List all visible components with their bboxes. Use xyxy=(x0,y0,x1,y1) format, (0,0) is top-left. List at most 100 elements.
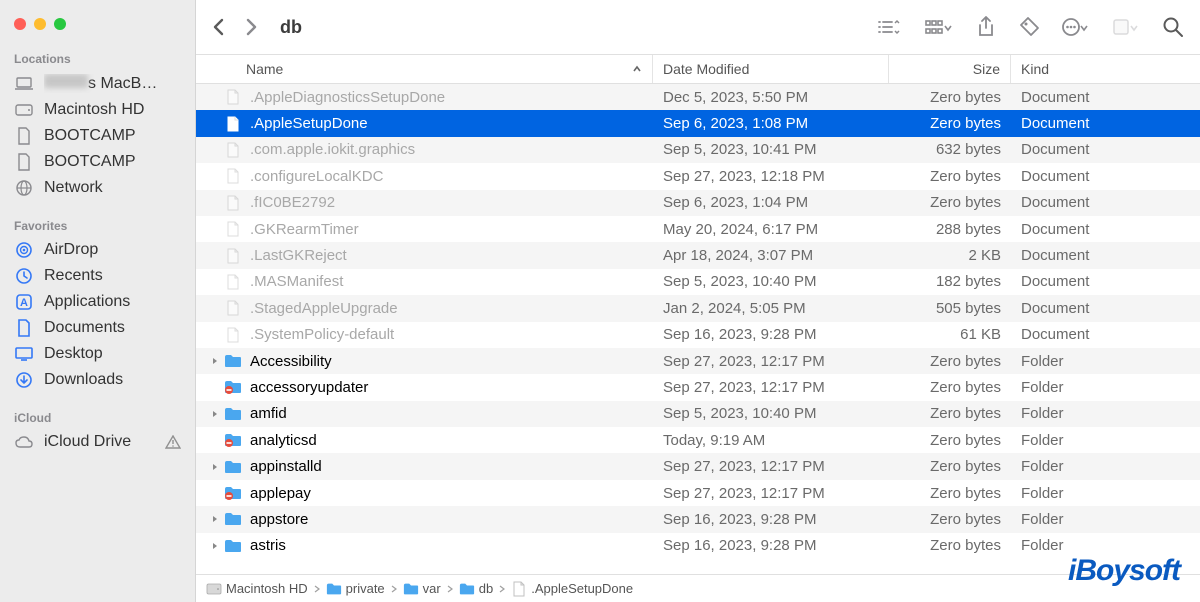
folder-restricted-icon xyxy=(224,431,242,449)
file-kind: Folder xyxy=(1011,458,1200,475)
svg-text:A: A xyxy=(20,297,28,309)
file-name: amfid xyxy=(250,405,287,422)
file-size: 632 bytes xyxy=(889,141,1011,158)
sidebar-item[interactable]: iCloud Drive xyxy=(0,429,195,455)
folder-icon xyxy=(224,537,242,555)
sidebar-item-label: Desktop xyxy=(44,345,181,363)
file-list[interactable]: .AppleDiagnosticsSetupDoneDec 5, 2023, 5… xyxy=(196,84,1200,574)
file-icon xyxy=(224,326,242,344)
unknown-button[interactable] xyxy=(1112,17,1140,37)
path-label: .AppleSetupDone xyxy=(531,581,633,596)
file-row[interactable]: amfidSep 5, 2023, 10:40 PMZero bytesFold… xyxy=(196,401,1200,427)
sidebar-section-title: Locations xyxy=(0,48,195,70)
file-kind: Folder xyxy=(1011,353,1200,370)
file-row[interactable]: appinstalldSep 27, 2023, 12:17 PMZero by… xyxy=(196,453,1200,479)
share-button[interactable] xyxy=(976,16,996,38)
doc-icon xyxy=(14,153,34,171)
path-item[interactable]: Macintosh HD xyxy=(206,581,308,597)
file-date: Sep 16, 2023, 9:28 PM xyxy=(653,537,889,554)
sidebar-item-label: Documents xyxy=(44,319,181,337)
file-row[interactable]: accessoryupdaterSep 27, 2023, 12:17 PMZe… xyxy=(196,374,1200,400)
file-kind: Folder xyxy=(1011,537,1200,554)
disclosure-triangle[interactable] xyxy=(206,514,224,524)
folder-restricted-icon xyxy=(224,378,242,396)
sidebar-item[interactable]: s MacB… xyxy=(0,70,195,97)
file-row[interactable]: applepaySep 27, 2023, 12:17 PMZero bytes… xyxy=(196,480,1200,506)
disclosure-triangle[interactable] xyxy=(206,541,224,551)
sidebar-item[interactable]: Recents xyxy=(0,263,195,289)
column-name[interactable]: Name xyxy=(196,55,653,83)
action-menu-button[interactable] xyxy=(1062,17,1090,37)
download-icon xyxy=(14,371,34,389)
sidebar-item[interactable]: Network xyxy=(0,175,195,201)
sidebar-item[interactable]: BOOTCAMP xyxy=(0,149,195,175)
sidebar-item-label: Macintosh HD xyxy=(44,101,181,119)
path-item[interactable]: private xyxy=(326,581,385,597)
file-date: Sep 16, 2023, 9:28 PM xyxy=(653,511,889,528)
file-row[interactable]: .com.apple.iokit.graphicsSep 5, 2023, 10… xyxy=(196,137,1200,163)
disclosure-triangle[interactable] xyxy=(206,409,224,419)
file-name: Accessibility xyxy=(250,353,332,370)
folder-icon xyxy=(403,581,419,597)
file-row[interactable]: AccessibilitySep 27, 2023, 12:17 PMZero … xyxy=(196,348,1200,374)
sidebar-item[interactable]: AirDrop xyxy=(0,237,195,263)
file-icon xyxy=(224,247,242,265)
sidebar-item[interactable]: Downloads xyxy=(0,367,195,393)
file-row[interactable]: .configureLocalKDCSep 27, 2023, 12:18 PM… xyxy=(196,163,1200,189)
file-kind: Document xyxy=(1011,168,1200,185)
sidebar-item-label: Recents xyxy=(44,267,181,285)
sidebar-item[interactable]: Documents xyxy=(0,315,195,341)
file-row[interactable]: .GKRearmTimerMay 20, 2024, 6:17 PM288 by… xyxy=(196,216,1200,242)
disclosure-triangle[interactable] xyxy=(206,356,224,366)
sidebar-item-label: Downloads xyxy=(44,371,181,389)
file-row[interactable]: astrisSep 16, 2023, 9:28 PMZero bytesFol… xyxy=(196,533,1200,559)
folder-restricted-icon xyxy=(224,484,242,502)
group-button[interactable] xyxy=(924,17,954,37)
warning-icon xyxy=(165,435,181,449)
file-size: Zero bytes xyxy=(889,485,1011,502)
sidebar-item-label: BOOTCAMP xyxy=(44,127,181,145)
nav-back-button[interactable] xyxy=(212,17,226,37)
desktop-icon xyxy=(14,347,34,361)
file-row[interactable]: analyticsdToday, 9:19 AMZero bytesFolder xyxy=(196,427,1200,453)
path-item[interactable]: db xyxy=(459,581,493,597)
sidebar-item[interactable]: A Applications xyxy=(0,289,195,315)
file-kind: Folder xyxy=(1011,432,1200,449)
nav-forward-button[interactable] xyxy=(244,17,258,37)
file-kind: Document xyxy=(1011,273,1200,290)
disclosure-triangle[interactable] xyxy=(206,462,224,472)
file-row[interactable]: .SystemPolicy-defaultSep 16, 2023, 9:28 … xyxy=(196,322,1200,348)
column-date[interactable]: Date Modified xyxy=(653,55,889,83)
path-item[interactable]: .AppleSetupDone xyxy=(511,581,633,597)
file-size: Zero bytes xyxy=(889,353,1011,370)
file-row[interactable]: .StagedAppleUpgradeJan 2, 2024, 5:05 PM5… xyxy=(196,295,1200,321)
sidebar-item-label: Applications xyxy=(44,293,181,311)
apps-icon: A xyxy=(14,293,34,311)
column-size[interactable]: Size xyxy=(889,55,1011,83)
path-item[interactable]: var xyxy=(403,581,441,597)
sidebar-item[interactable]: Macintosh HD xyxy=(0,97,195,123)
close-button[interactable] xyxy=(14,18,26,30)
search-button[interactable] xyxy=(1162,16,1184,38)
sidebar-item[interactable]: Desktop xyxy=(0,341,195,367)
file-kind: Document xyxy=(1011,141,1200,158)
column-kind[interactable]: Kind xyxy=(1011,55,1200,83)
file-row[interactable]: appstoreSep 16, 2023, 9:28 PMZero bytesF… xyxy=(196,506,1200,532)
docfile-icon xyxy=(14,319,34,337)
file-row[interactable]: .LastGKRejectApr 18, 2024, 3:07 PM2 KBDo… xyxy=(196,242,1200,268)
file-kind: Document xyxy=(1011,247,1200,264)
file-date: Sep 5, 2023, 10:40 PM xyxy=(653,405,889,422)
file-row[interactable]: .AppleSetupDoneSep 6, 2023, 1:08 PMZero … xyxy=(196,110,1200,136)
file-row[interactable]: .MASManifestSep 5, 2023, 10:40 PM182 byt… xyxy=(196,269,1200,295)
file-size: Zero bytes xyxy=(889,511,1011,528)
fullscreen-button[interactable] xyxy=(54,18,66,30)
file-icon xyxy=(511,581,527,597)
sidebar-item[interactable]: BOOTCAMP xyxy=(0,123,195,149)
file-row[interactable]: .fIC0BE2792Sep 6, 2023, 1:04 PMZero byte… xyxy=(196,190,1200,216)
view-list-button[interactable] xyxy=(876,17,902,37)
laptop-icon xyxy=(14,77,34,91)
sidebar-section-title: iCloud xyxy=(0,407,195,429)
file-row[interactable]: .AppleDiagnosticsSetupDoneDec 5, 2023, 5… xyxy=(196,84,1200,110)
minimize-button[interactable] xyxy=(34,18,46,30)
tag-button[interactable] xyxy=(1018,16,1040,38)
